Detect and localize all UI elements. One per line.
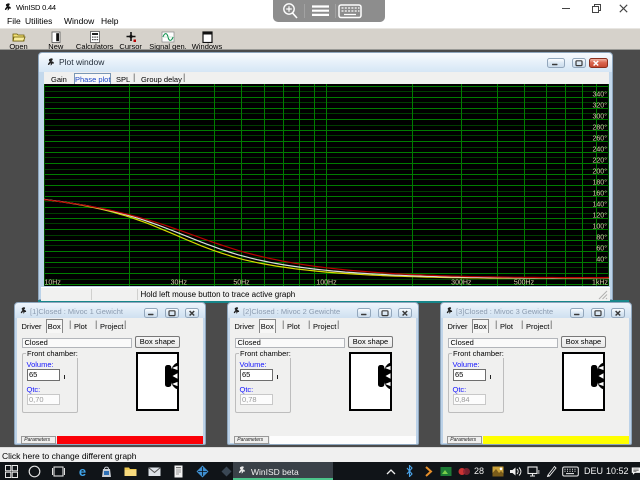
svg-text:300Hz: 300Hz — [451, 280, 472, 287]
svg-text:120°: 120° — [593, 212, 608, 220]
svg-text:1kHz: 1kHz — [592, 280, 608, 287]
svg-text:200°: 200° — [593, 168, 608, 176]
svg-text:280°: 280° — [593, 124, 608, 132]
svg-text:100Hz: 100Hz — [316, 280, 337, 287]
svg-text:320°: 320° — [593, 102, 608, 110]
svg-text:220°: 220° — [593, 157, 608, 165]
svg-text:160°: 160° — [593, 190, 608, 198]
svg-text:300°: 300° — [593, 113, 608, 121]
svg-text:50Hz: 50Hz — [233, 280, 250, 287]
svg-text:100°: 100° — [593, 223, 608, 231]
svg-text:30Hz: 30Hz — [171, 280, 188, 287]
svg-text:180°: 180° — [593, 179, 608, 187]
svg-text:500Hz: 500Hz — [514, 280, 535, 287]
svg-text:340°: 340° — [593, 91, 608, 99]
svg-text:140°: 140° — [593, 201, 608, 209]
svg-text:10Hz: 10Hz — [45, 280, 62, 287]
svg-text:260°: 260° — [593, 135, 608, 143]
svg-text:240°: 240° — [593, 146, 608, 154]
svg-text:80°: 80° — [596, 234, 607, 242]
svg-text:40°: 40° — [596, 256, 607, 264]
svg-text:e: e — [79, 465, 86, 478]
svg-text:60°: 60° — [596, 245, 607, 253]
